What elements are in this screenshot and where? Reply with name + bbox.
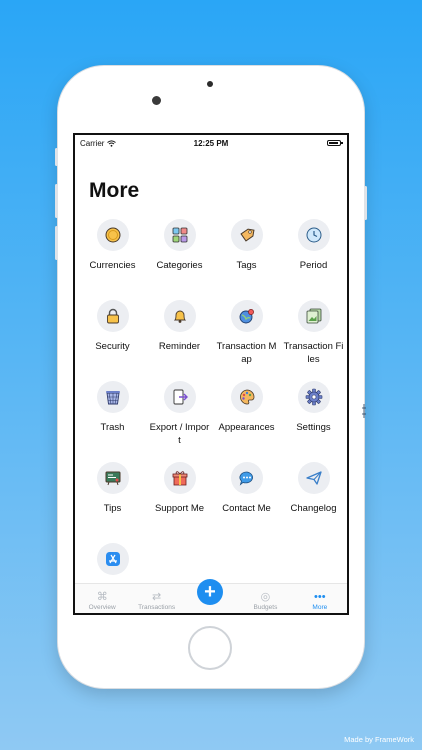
- chalkboard-icon: [105, 471, 120, 486]
- menu-item-label: Reminder: [158, 341, 201, 352]
- more-dots-icon: •••: [314, 591, 326, 603]
- menu-item-reminder[interactable]: Reminder: [146, 300, 213, 381]
- menu-item-label: Transaction Files: [283, 341, 344, 365]
- menu-item-transaction-map[interactable]: Transaction Map: [213, 300, 280, 381]
- coin-icon: [105, 227, 120, 243]
- menu-item-tags[interactable]: Tags: [213, 219, 280, 300]
- menu-item-label: Currencies: [89, 260, 136, 271]
- phone-volume-up: [55, 184, 58, 218]
- tab-spacer: [184, 611, 238, 613]
- menu-item-label: Support Me: [154, 503, 205, 514]
- menu-item-label: Changelog: [290, 503, 337, 514]
- app-screen: Carrier 12:25 PM More Currencies Categor…: [73, 133, 349, 615]
- palette-icon: [239, 389, 254, 405]
- plus-icon: +: [204, 580, 216, 603]
- globe-pin-icon: [239, 309, 254, 324]
- battery-icon: [327, 140, 343, 146]
- phone-mute-switch: [55, 148, 58, 166]
- menu-item-appearances[interactable]: Appearances: [213, 381, 280, 462]
- side-tick-icon: [362, 404, 366, 418]
- budgets-icon: ◎: [260, 591, 271, 603]
- phone-power-button: [364, 186, 367, 220]
- lock-icon: [106, 308, 119, 324]
- app-store-icon: [105, 552, 120, 566]
- export-import-icon: [173, 389, 188, 405]
- tab-budgets[interactable]: ◎ Budgets: [238, 590, 292, 613]
- menu-item-label: Period: [299, 260, 328, 271]
- paper-plane-icon: [305, 471, 322, 485]
- menu-item-settings[interactable]: Settings: [280, 381, 347, 462]
- menu-item-label: Settings: [296, 422, 331, 433]
- menu-item-label: Transaction Map: [216, 341, 277, 365]
- tab-overview[interactable]: ⌘ Overview: [75, 590, 129, 613]
- tab-label: More: [312, 604, 328, 611]
- phone-speaker: [207, 81, 213, 87]
- menu-item-currencies[interactable]: Currencies: [79, 219, 146, 300]
- menu-item-changelog[interactable]: Changelog: [280, 462, 347, 543]
- menu-item-security[interactable]: Security: [79, 300, 146, 381]
- menu-item-label: Export / Import: [149, 422, 210, 446]
- categories-grid-icon: [172, 227, 187, 243]
- gear-icon: [305, 388, 322, 406]
- menu-item-contact-me[interactable]: Contact Me: [213, 462, 280, 543]
- menu-item-export-import[interactable]: Export / Import: [146, 381, 213, 462]
- menu-item-label: Trash: [100, 422, 125, 433]
- menu-item-period[interactable]: Period: [280, 219, 347, 300]
- menu-item-label: Tips: [103, 503, 122, 514]
- phone-frame: Carrier 12:25 PM More Currencies Categor…: [55, 66, 367, 688]
- tab-label: Transactions: [138, 604, 176, 611]
- gift-icon: [172, 471, 187, 486]
- status-time: 12:25 PM: [193, 139, 229, 148]
- menu-item-label: Tags: [236, 260, 257, 271]
- menu-item-trash[interactable]: Trash: [79, 381, 146, 462]
- photo-files-icon: [306, 308, 321, 324]
- overview-icon: ⌘: [96, 591, 108, 603]
- credit-text: Made by FrameWork: [344, 735, 414, 744]
- page-title: More: [89, 179, 140, 202]
- add-transaction-button[interactable]: +: [197, 579, 223, 605]
- menu-item-label: Security: [95, 341, 130, 352]
- home-button[interactable]: [188, 626, 232, 670]
- chat-bubble-icon: [239, 471, 253, 486]
- tab-transactions[interactable]: ⇄ Transactions: [129, 590, 183, 613]
- menu-item-label: Contact Me: [222, 503, 271, 514]
- more-menu-grid: Currencies Categories Tags Period Securi…: [79, 219, 347, 613]
- phone-volume-down: [55, 226, 58, 260]
- tab-label: Overview: [88, 604, 116, 611]
- transactions-icon: ⇄: [152, 591, 162, 603]
- tag-icon: [239, 228, 255, 242]
- phone-camera: [152, 96, 161, 105]
- tab-more[interactable]: ••• More: [293, 590, 347, 613]
- menu-item-support-me[interactable]: Support Me: [146, 462, 213, 543]
- trash-basket-icon: [105, 391, 120, 405]
- clock-icon: [306, 227, 321, 243]
- status-bar: Carrier 12:25 PM: [75, 135, 347, 151]
- bell-icon: [173, 310, 186, 323]
- tab-label: Budgets: [253, 604, 278, 611]
- menu-item-transaction-files[interactable]: Transaction Files: [280, 300, 347, 381]
- menu-item-label: Appearances: [218, 422, 275, 433]
- menu-item-categories[interactable]: Categories: [146, 219, 213, 300]
- menu-item-tips[interactable]: Tips: [79, 462, 146, 543]
- menu-item-label: Categories: [156, 260, 203, 271]
